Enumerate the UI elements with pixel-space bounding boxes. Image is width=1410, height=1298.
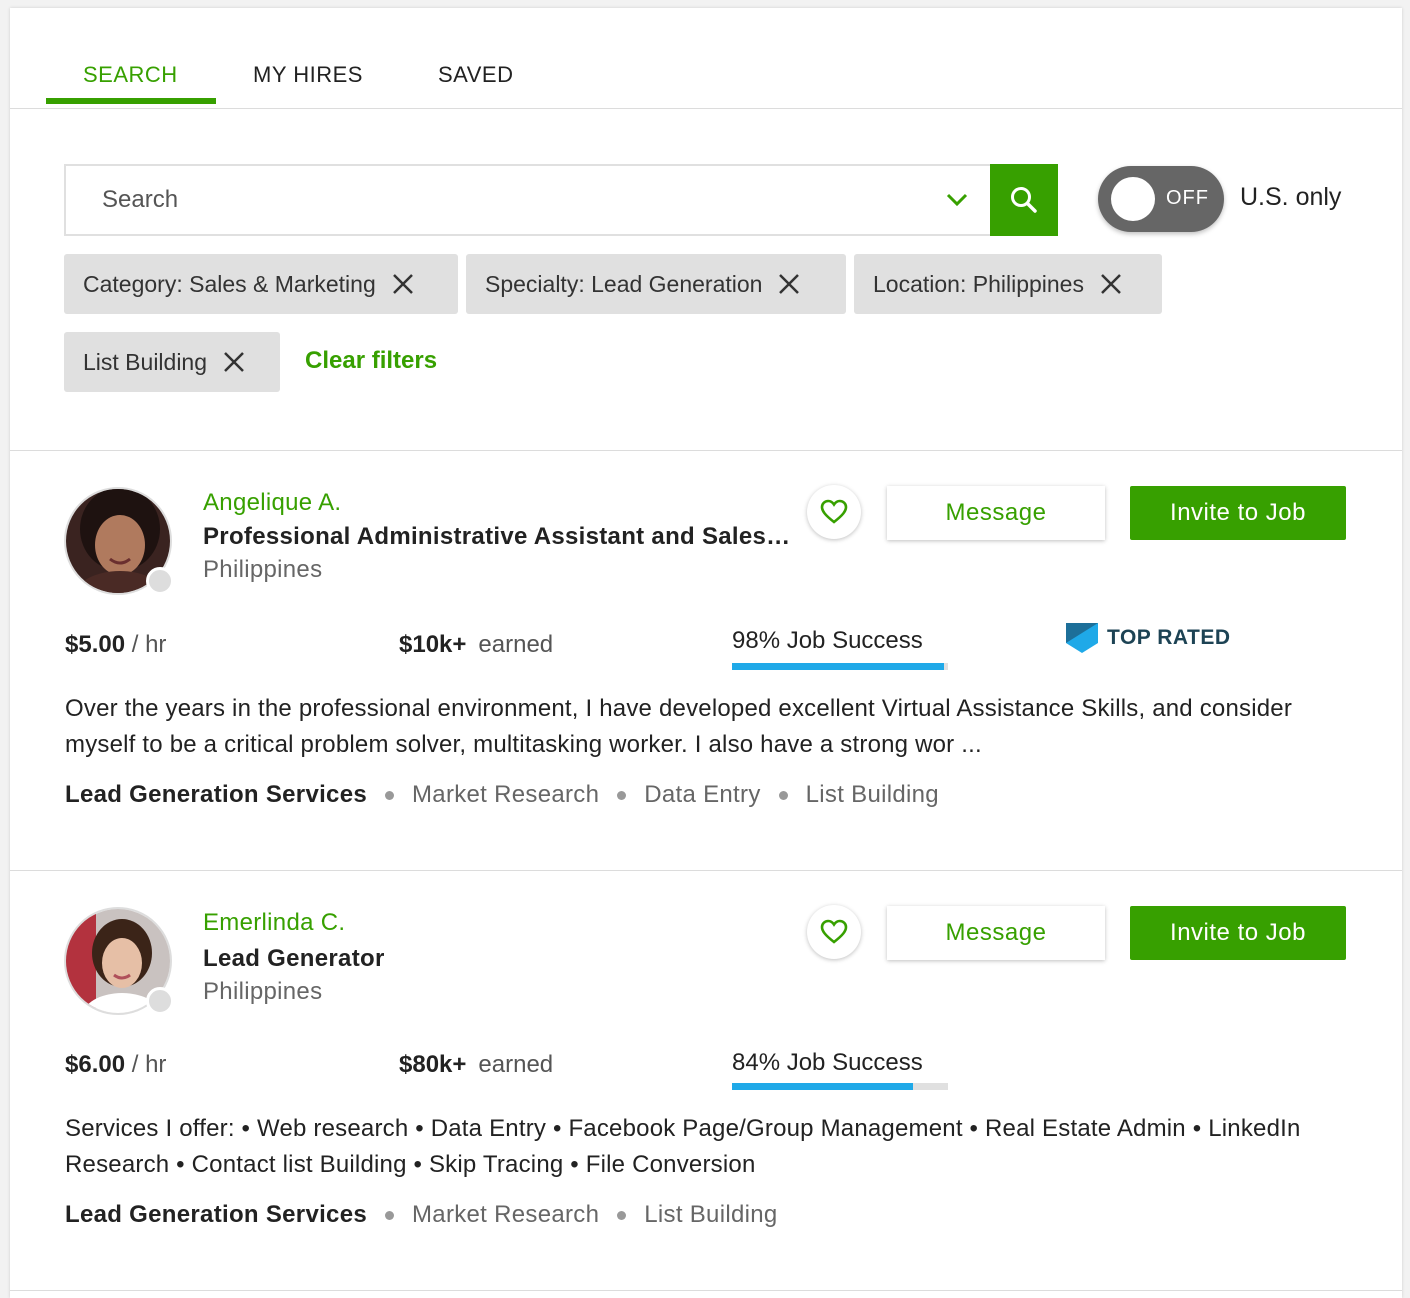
skill-list: Lead Generation Services Market Research… xyxy=(65,1201,778,1229)
skill-list: Lead Generation Services Market Research… xyxy=(65,781,939,809)
top-rated-icon xyxy=(1066,623,1098,653)
filter-chip-category: Category: Sales & Marketing xyxy=(64,254,458,314)
online-status-indicator xyxy=(146,567,174,595)
tab-search[interactable]: SEARCH xyxy=(83,62,178,88)
skill-tag[interactable]: Market Research xyxy=(412,1201,599,1229)
search-input[interactable] xyxy=(102,166,922,234)
separator-dot xyxy=(385,1210,394,1220)
freelancer-name[interactable]: Emerlinda C. xyxy=(203,909,345,937)
freelancer-description: Over the years in the professional envir… xyxy=(65,695,1293,758)
rate-amount: $5.00 xyxy=(65,631,126,658)
separator-dot xyxy=(385,790,394,800)
job-success-label: 98% Job Success xyxy=(732,627,923,654)
hourly-rate: $5.00 / hr xyxy=(65,631,166,659)
clear-filters-link[interactable]: Clear filters xyxy=(305,347,437,375)
skill-tag[interactable]: Market Research xyxy=(412,781,599,809)
rate-unit: / hr xyxy=(131,631,167,658)
earned-amount: $10k+ xyxy=(399,631,467,658)
job-success-bar xyxy=(732,1083,948,1090)
toggle-knob xyxy=(1111,177,1155,221)
hourly-rate: $6.00 / hr xyxy=(65,1051,166,1079)
freelancer-title: Professional Administrative Assistant an… xyxy=(203,523,793,550)
save-freelancer-button[interactable] xyxy=(807,485,861,539)
skill-tag[interactable]: Lead Generation Services xyxy=(65,1201,367,1229)
job-success-fill xyxy=(732,663,944,670)
active-tab-indicator xyxy=(46,98,216,104)
filter-chip-specialty: Specialty: Lead Generation xyxy=(466,254,846,314)
freelancer-card: Angelique A. Professional Administrative… xyxy=(10,451,1402,871)
earned-label: earned xyxy=(478,631,554,658)
search-button[interactable] xyxy=(990,164,1058,236)
us-only-toggle[interactable]: OFF xyxy=(1098,166,1224,232)
close-icon[interactable] xyxy=(390,271,416,297)
total-earned: $10k+ earned xyxy=(399,631,553,659)
top-rated-badge: TOP RATED xyxy=(1066,623,1231,653)
freelancer-location: Philippines xyxy=(203,978,323,1005)
heart-icon xyxy=(820,499,848,524)
us-only-label: U.S. only xyxy=(1240,183,1342,211)
freelancer-card: Emerlinda C. Lead Generator Philippines … xyxy=(10,871,1402,1291)
filter-chip-label: List Building xyxy=(83,348,208,375)
skill-tag[interactable]: List Building xyxy=(806,781,939,809)
tab-bar: SEARCH MY HIRES SAVED xyxy=(10,8,1402,109)
job-success-bar xyxy=(732,663,948,670)
earned-label: earned xyxy=(478,1051,554,1078)
close-icon[interactable] xyxy=(221,349,247,375)
skill-tag[interactable]: Data Entry xyxy=(644,781,760,809)
heart-icon xyxy=(820,919,848,944)
tab-my-hires[interactable]: MY HIRES xyxy=(253,62,363,88)
message-button[interactable]: Message xyxy=(887,486,1105,540)
separator-dot xyxy=(778,790,788,800)
job-success-fill xyxy=(732,1083,914,1090)
filter-chip-label: Specialty: Lead Generation xyxy=(485,270,763,297)
divider xyxy=(10,1290,1402,1291)
rate-unit: / hr xyxy=(131,1051,167,1078)
filter-chip-label: Category: Sales & Marketing xyxy=(83,270,376,297)
search-icon xyxy=(1011,187,1037,213)
separator-dot xyxy=(617,1210,627,1220)
freelancer-name[interactable]: Angelique A. xyxy=(203,489,341,517)
filter-chip-location: Location: Philippines xyxy=(854,254,1162,314)
online-status-indicator xyxy=(146,987,174,1015)
close-icon[interactable] xyxy=(776,271,802,297)
rate-amount: $6.00 xyxy=(65,1051,126,1078)
separator-dot xyxy=(617,790,627,800)
toggle-state-label: OFF xyxy=(1166,187,1209,209)
chevron-down-icon[interactable] xyxy=(944,186,970,212)
skill-tag[interactable]: List Building xyxy=(644,1201,777,1229)
search-panel: SEARCH MY HIRES SAVED OFF U.S. only Cate… xyxy=(10,8,1402,1298)
filter-chip-list-building: List Building xyxy=(64,332,280,392)
total-earned: $80k+ earned xyxy=(399,1051,553,1079)
message-button[interactable]: Message xyxy=(887,906,1105,960)
top-rated-label: TOP RATED xyxy=(1107,626,1231,649)
invite-to-job-button[interactable]: Invite to Job xyxy=(1130,906,1346,960)
invite-to-job-button[interactable]: Invite to Job xyxy=(1130,486,1346,540)
earned-amount: $80k+ xyxy=(399,1051,467,1078)
skill-tag[interactable]: Lead Generation Services xyxy=(65,781,367,809)
freelancer-description: Services I offer: • Web research • Data … xyxy=(65,1115,1301,1178)
save-freelancer-button[interactable] xyxy=(807,905,861,959)
close-icon[interactable] xyxy=(1098,271,1124,297)
job-success-label: 84% Job Success xyxy=(732,1049,923,1076)
freelancer-title: Lead Generator xyxy=(203,945,385,972)
filter-chip-label: Location: Philippines xyxy=(873,270,1084,297)
tab-saved[interactable]: SAVED xyxy=(438,62,513,88)
search-field xyxy=(64,164,990,236)
freelancer-location: Philippines xyxy=(203,556,323,583)
